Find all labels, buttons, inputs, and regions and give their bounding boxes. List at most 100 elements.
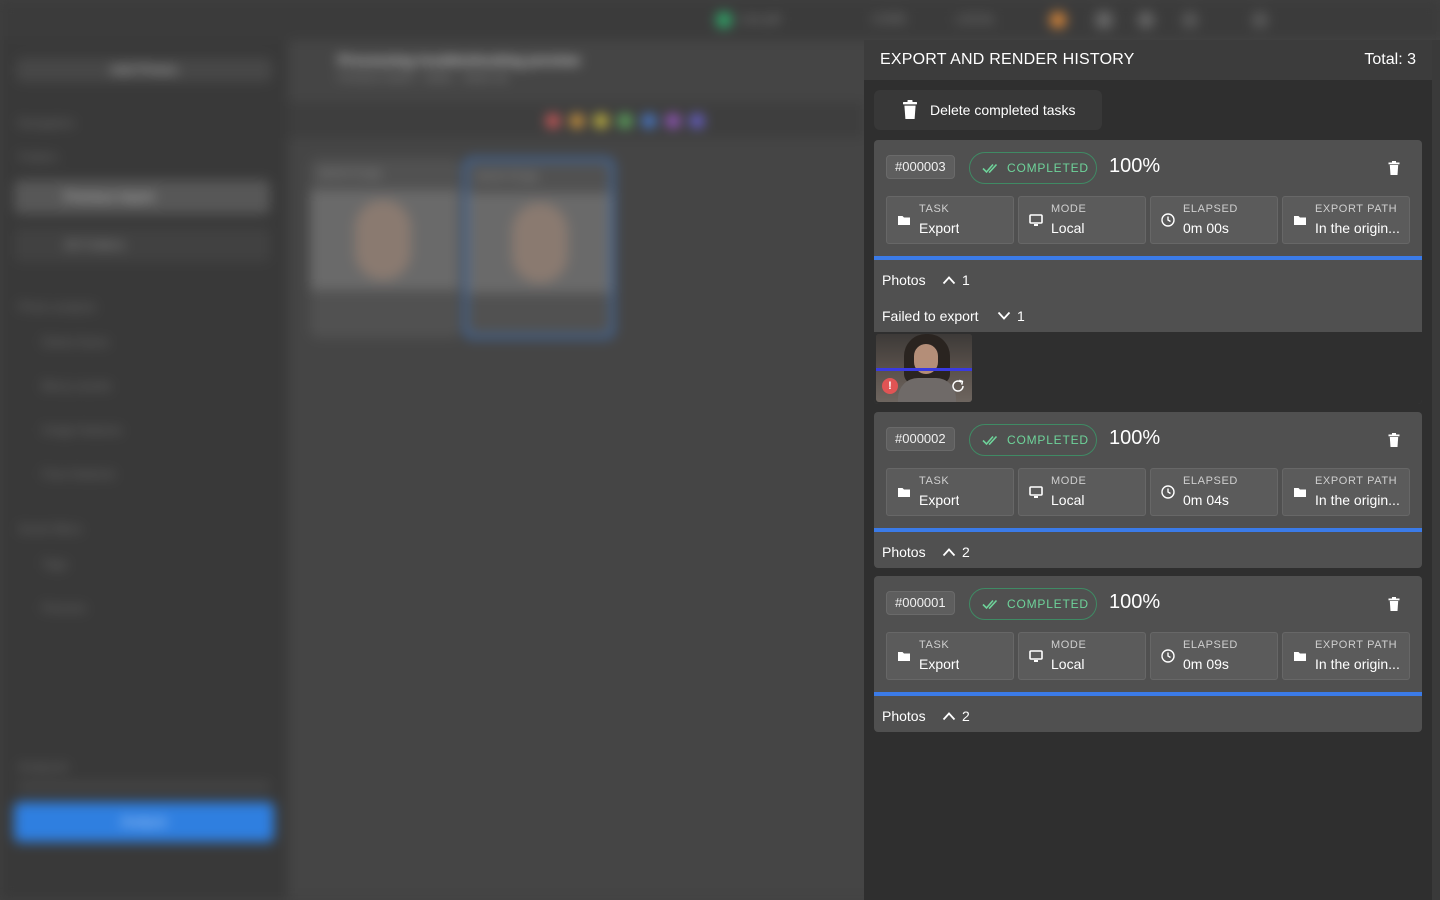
photo-thumbnail	[467, 193, 611, 293]
task-elapsed-cell: ELAPSED 0m 09s	[1150, 632, 1278, 680]
photo-card-filename: Jasmin-02.jpg	[475, 171, 538, 182]
task-card: #000002 COMPLETED 100% TASK Export MODE …	[874, 412, 1422, 568]
sidebar-item-image-features[interactable]: Image features	[20, 418, 260, 442]
color-swatch-orange[interactable]	[570, 114, 584, 128]
failed-to-export-toggle[interactable]: Failed to export 1	[882, 306, 1042, 326]
task-type-key: TASK	[919, 203, 950, 215]
task-elapsed-value: 0m 09s	[1183, 656, 1229, 672]
clock-icon	[1161, 649, 1175, 663]
photos-count: 1	[962, 272, 970, 288]
photos-toggle[interactable]: Photos 2	[882, 706, 1002, 726]
filters-section-label: Smart filters	[18, 522, 83, 536]
panel-title: EXPORT AND RENDER HISTORY	[880, 51, 1135, 68]
delete-task-icon[interactable]	[1388, 161, 1400, 175]
task-percent: 100%	[1109, 427, 1161, 449]
task-mode-key: MODE	[1051, 475, 1087, 487]
task-export-path-key: EXPORT PATH	[1315, 639, 1398, 651]
task-mode-cell: MODE Local	[1018, 196, 1146, 244]
topbar-status-label: Live pill	[740, 12, 781, 26]
double-check-icon	[982, 163, 998, 174]
analyzed-label: Analyzed	[18, 760, 68, 774]
sidebar-item-previous-import[interactable]: Previous import	[14, 180, 270, 214]
sidebar-item-face-features[interactable]: Face features	[20, 462, 260, 486]
failed-to-export-label: Failed to export	[882, 308, 979, 324]
task-card: #000003 COMPLETED 100% TASK Export MODE …	[874, 140, 1422, 404]
photos-toggle[interactable]: Photos 1	[882, 270, 1002, 290]
folder-icon	[1294, 652, 1306, 661]
panel-scrollbar[interactable]	[1432, 40, 1440, 900]
search-icon[interactable]	[1138, 12, 1154, 28]
sidebar-item-tags[interactable]: Tags	[20, 552, 260, 576]
photos-label: Photos	[882, 544, 926, 560]
color-swatch-indigo[interactable]	[690, 114, 704, 128]
photo-card[interactable]: Jasmin-01.jpg	[310, 158, 460, 338]
color-swatch-green[interactable]	[618, 114, 632, 128]
photos-toggle[interactable]: Photos 2	[882, 542, 1002, 562]
folder-icon[interactable]	[1096, 12, 1112, 28]
chevron-up-icon	[942, 548, 956, 557]
failed-photo-thumbnail[interactable]: !	[876, 334, 972, 402]
status-badge: COMPLETED	[969, 424, 1097, 456]
folder-icon	[1294, 488, 1306, 497]
task-id-badge: #000001	[886, 591, 955, 615]
task-export-path-value: In the origin...	[1315, 656, 1400, 672]
export-history-panel: EXPORT AND RENDER HISTORY Total: 3 Delet…	[864, 40, 1432, 900]
add-photos-button[interactable]: Add Photos	[16, 58, 272, 82]
monitor-icon	[1029, 214, 1043, 226]
folder-icon	[898, 216, 910, 225]
sidebar-item-persons[interactable]: Persons	[20, 596, 260, 620]
analyze-progress-bar	[18, 784, 270, 788]
task-mode-key: MODE	[1051, 203, 1087, 215]
settings-icon[interactable]	[1182, 12, 1198, 28]
task-mode-value: Local	[1051, 220, 1085, 236]
topbar-core-label: CORE	[872, 12, 907, 26]
task-type-value: Export	[919, 220, 960, 236]
task-export-path-cell[interactable]: EXPORT PATH In the origin...	[1282, 632, 1410, 680]
status-label: COMPLETED	[1007, 161, 1089, 175]
color-swatch-yellow[interactable]	[594, 114, 608, 128]
sidebar-item-detect-faces[interactable]: Detect faces	[20, 330, 260, 354]
task-id-badge: #000003	[886, 155, 955, 179]
color-swatch-blue[interactable]	[642, 114, 656, 128]
clock-icon	[1161, 213, 1175, 227]
folders-label: Folders	[18, 150, 59, 164]
delete-completed-tasks-button[interactable]: Delete completed tasks	[874, 90, 1102, 130]
delete-task-icon[interactable]	[1388, 433, 1400, 447]
chevron-up-icon	[942, 276, 956, 285]
task-progress-bar	[874, 256, 1422, 260]
folder-icon	[898, 488, 910, 497]
user-avatar-icon[interactable]	[1050, 12, 1066, 28]
panel-header: EXPORT AND RENDER HISTORY Total: 3	[864, 40, 1432, 80]
task-type-value: Export	[919, 656, 960, 672]
analyze-button[interactable]: Analyze	[14, 802, 274, 842]
retry-icon[interactable]	[950, 378, 966, 394]
status-dot-icon	[716, 12, 732, 28]
task-elapsed-key: ELAPSED	[1183, 203, 1238, 215]
folder-icon	[1294, 216, 1306, 225]
task-export-path-cell[interactable]: EXPORT PATH In the origin...	[1282, 196, 1410, 244]
status-badge: COMPLETED	[969, 588, 1097, 620]
task-mode-value: Local	[1051, 656, 1085, 672]
sidebar-item-all-folders[interactable]: All Folders	[14, 228, 270, 262]
color-swatch-red[interactable]	[546, 114, 560, 128]
page-title: Processing troubleshooting preview	[338, 52, 580, 68]
color-swatch-purple[interactable]	[666, 114, 680, 128]
delete-task-icon[interactable]	[1388, 597, 1400, 611]
topbar-local-label: LOCAL	[956, 12, 996, 26]
task-type-key: TASK	[919, 475, 950, 487]
account-icon[interactable]	[1252, 12, 1268, 28]
task-export-path-cell[interactable]: EXPORT PATH In the origin...	[1282, 468, 1410, 516]
sidebar: Add Photos Navigation Folders Previous i…	[0, 40, 288, 900]
task-type-value: Export	[919, 492, 960, 508]
chevron-down-icon	[997, 311, 1011, 320]
photos-count: 2	[962, 708, 970, 724]
sidebar-item-blurry-assets[interactable]: Blurry assets	[20, 374, 260, 398]
status-label: COMPLETED	[1007, 597, 1089, 611]
chevron-up-icon	[942, 712, 956, 721]
photo-card[interactable]: Jasmin-02.jpg	[464, 158, 614, 338]
task-type-cell: TASK Export	[886, 632, 1014, 680]
error-icon: !	[882, 378, 898, 394]
total-count: Total: 3	[1364, 51, 1416, 68]
clock-icon	[1161, 485, 1175, 499]
folder-icon	[898, 652, 910, 661]
